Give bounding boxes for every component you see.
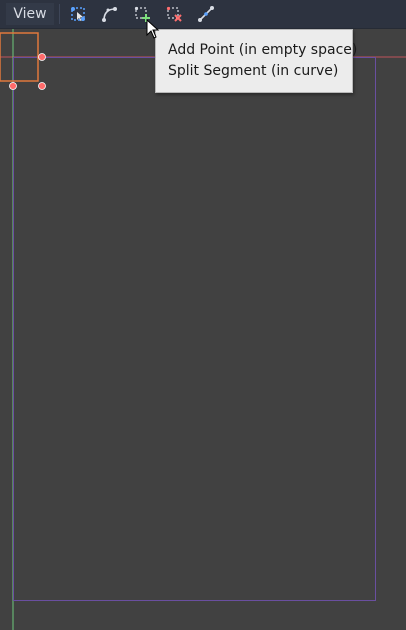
close-curve-icon	[198, 6, 214, 22]
tooltip: Add Point (in empty space) Split Segment…	[155, 29, 358, 93]
tooltip-line-add-point: Add Point (in empty space)	[168, 42, 358, 58]
delete-point-icon	[166, 6, 182, 22]
edit-curve-icon	[102, 7, 117, 22]
toolbar-separator	[59, 4, 60, 24]
tooltip-line-split-segment: Split Segment (in curve)	[168, 63, 339, 79]
select-points-icon	[71, 7, 85, 21]
close-curve-button[interactable]	[197, 5, 215, 23]
toolbar: View	[0, 0, 406, 29]
select-points-button[interactable]	[69, 5, 87, 23]
editor-viewport[interactable]	[0, 29, 406, 630]
edit-curve-button[interactable]	[100, 5, 118, 23]
delete-point-button[interactable]	[165, 5, 183, 23]
mouse-cursor-icon	[146, 19, 160, 39]
curve-point-handle[interactable]	[38, 82, 46, 90]
curve-point-handle[interactable]	[9, 82, 17, 90]
viewport-border	[13, 57, 376, 601]
curve-point-handle[interactable]	[38, 53, 46, 61]
view-menu-button[interactable]: View	[6, 3, 54, 25]
